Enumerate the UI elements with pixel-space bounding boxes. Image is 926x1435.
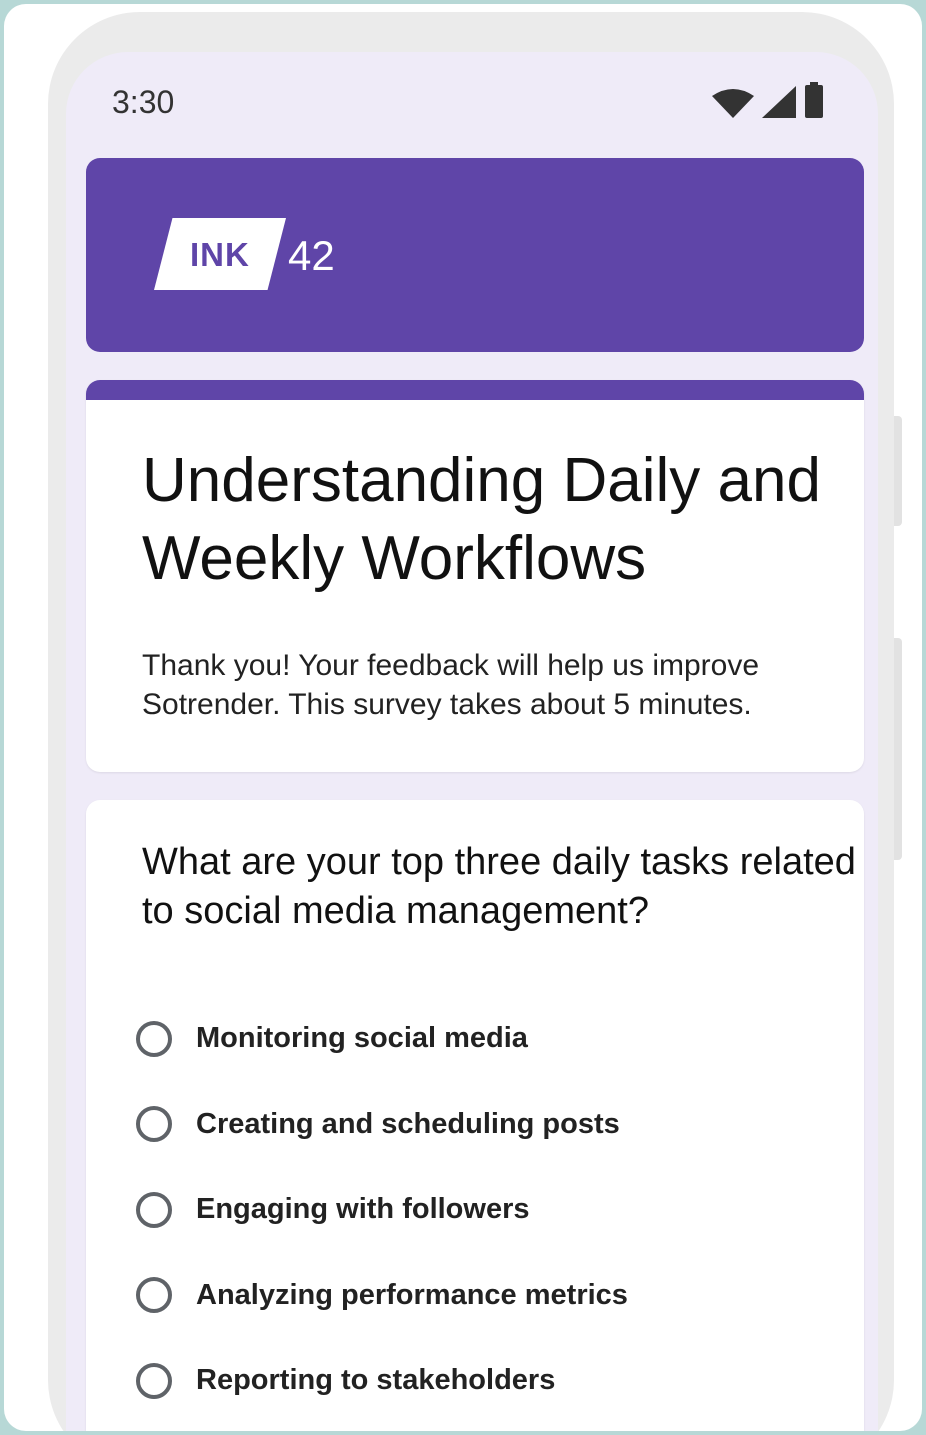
page: 3:30 INK 42 Understanding Daily and Week… (0, 0, 926, 1435)
option-creating-scheduling-posts[interactable]: Creating and scheduling posts (136, 1082, 628, 1168)
option-reporting-to-stakeholders[interactable]: Reporting to stakeholders (136, 1338, 628, 1424)
option-list: Monitoring social media Creating and sch… (136, 996, 628, 1424)
battery-icon (804, 82, 824, 123)
title-card-accent-bar (86, 380, 864, 400)
question-card: What are your top three daily tasks rela… (86, 800, 864, 1431)
canvas: 3:30 INK 42 Understanding Daily and Week… (4, 4, 922, 1431)
radio-button[interactable] (136, 1277, 172, 1314)
radio-button[interactable] (136, 1191, 172, 1228)
option-label: Monitoring social media (196, 1022, 528, 1055)
ink42-logo: INK 42 (154, 218, 354, 290)
survey-title-card: Understanding Daily and Weekly Workflows… (86, 380, 864, 772)
side-button-top (894, 416, 902, 526)
status-icons (712, 82, 824, 123)
survey-description: Thank you! Your feedback will help us im… (142, 649, 760, 721)
survey-title: Understanding Daily and Weekly Workflows (142, 446, 821, 593)
side-button-bottom (894, 638, 902, 860)
status-time: 3:30 (112, 84, 175, 120)
phone-screen: 3:30 INK 42 Understanding Daily and Week… (66, 52, 878, 1431)
option-label: Engaging with followers (196, 1193, 530, 1226)
option-label: Analyzing performance metrics (196, 1278, 628, 1311)
option-analyzing-performance-metrics[interactable]: Analyzing performance metrics (136, 1253, 628, 1339)
radio-button[interactable] (136, 1020, 172, 1057)
logo-ink-text: INK (190, 236, 250, 273)
radio-button[interactable] (136, 1362, 172, 1399)
signal-icon (762, 86, 796, 123)
option-label: Creating and scheduling posts (196, 1107, 620, 1140)
option-monitoring-social-media[interactable]: Monitoring social media (136, 996, 628, 1082)
radio-button[interactable] (136, 1106, 172, 1143)
logo-number-text: 42 (288, 232, 335, 279)
option-label: Reporting to stakeholders (196, 1364, 556, 1397)
question-text: What are your top three daily tasks rela… (142, 841, 856, 932)
survey-header-banner: INK 42 (86, 158, 864, 352)
wifi-icon (712, 88, 754, 123)
option-engaging-with-followers[interactable]: Engaging with followers (136, 1167, 628, 1253)
